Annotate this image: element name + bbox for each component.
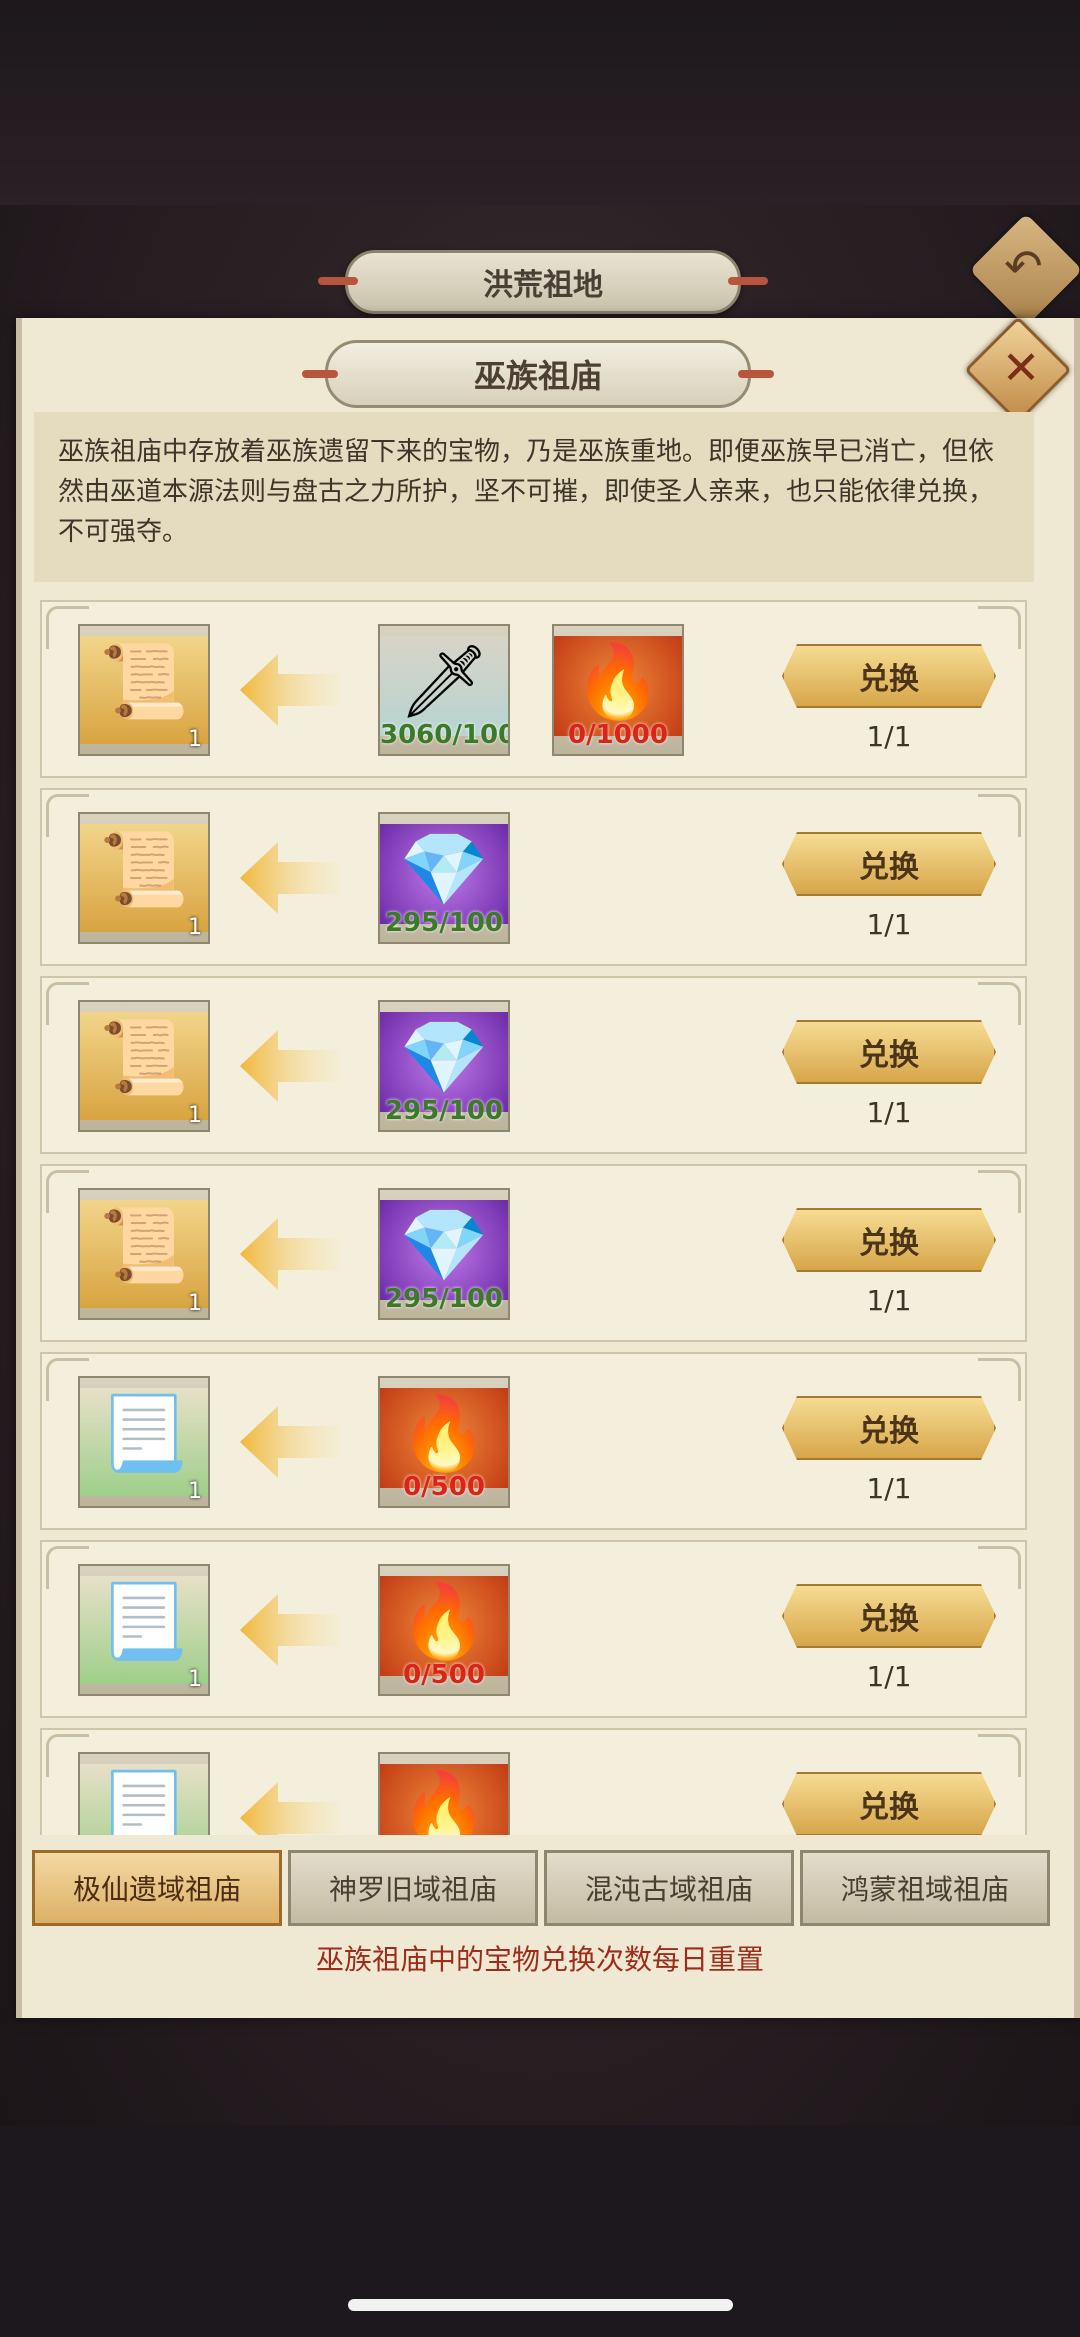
exchange-row: 📜 1 💎 295/100 兑换 1/1 — [40, 976, 1027, 1154]
exchange-arrow-icon — [240, 1782, 340, 1835]
exchange-arrow-icon — [240, 1594, 340, 1666]
exchange-button[interactable]: 兑换 — [782, 1772, 996, 1835]
top-bar-background — [0, 0, 1080, 205]
temple-tabs: 极仙遗域祖庙 神罗旧域祖庙 混沌古域祖庙 鸿蒙祖域祖庙 — [32, 1850, 1052, 1930]
cost-item-slot[interactable]: 💎 295/100 — [378, 1188, 510, 1320]
exchange-count: 1/1 — [866, 1096, 912, 1129]
home-indicator[interactable] — [348, 2299, 733, 2311]
reward-quantity: 1 — [188, 1667, 202, 1692]
exchange-arrow-icon — [240, 842, 340, 914]
cost-item-slot[interactable]: 🔥 — [378, 1752, 510, 1835]
exchange-row: 📜1 🗡3060/1000 🔥0/1000 兑换 1/1 — [40, 600, 1027, 778]
corner-ornament — [978, 1546, 1021, 1589]
exchange-count: 1/1 — [866, 1284, 912, 1317]
cost-progress: 3060/1000 — [380, 720, 508, 750]
reward-quantity: 1 — [188, 1479, 202, 1504]
exchange-arrow-icon — [240, 1406, 340, 1478]
corner-ornament — [978, 794, 1021, 837]
reward-quantity: 1 — [188, 727, 202, 752]
cost-item-slot[interactable]: 🔥 0/1000 — [552, 624, 684, 756]
exchange-count: 1/1 — [866, 908, 912, 941]
reset-note: 巫族祖庙中的宝物兑换次数每日重置 — [315, 1943, 764, 1976]
reward-item-slot[interactable]: 📜 1 — [78, 1188, 210, 1320]
exchange-row: 📜 1 💎 295/100 兑换 1/1 — [40, 1164, 1027, 1342]
tab-temple-4[interactable]: 鸿蒙祖域祖庙 — [800, 1850, 1050, 1926]
exchange-button[interactable]: 兑换 — [782, 832, 996, 896]
reward-quantity: 1 — [188, 915, 202, 940]
exchange-count: 1/1 — [866, 720, 912, 753]
reward-item-slot[interactable]: 📃 — [78, 1752, 210, 1835]
exchange-count: 1/1 — [866, 1472, 912, 1505]
exchange-button[interactable]: 兑换 — [782, 1020, 996, 1084]
cost-progress: 295/100 — [384, 1096, 504, 1126]
cost-progress: 295/100 — [384, 1284, 504, 1314]
exchange-list[interactable]: 📜1🗡3060/1000🔥0/1000兑换1/1📜1💎295/100兑换1/1📜… — [40, 600, 1027, 1835]
exchange-row: 📃 1 🔥 0/500 兑换 1/1 — [40, 1352, 1027, 1530]
corner-ornament — [978, 606, 1021, 649]
reward-item-slot[interactable]: 📃 1 — [78, 1564, 210, 1696]
exchange-count: 1/1 — [866, 1660, 912, 1693]
exchange-row: 📃 🔥 兑换 — [40, 1728, 1027, 1835]
back-arrow-icon: ↶ — [1004, 238, 1043, 293]
exchange-button[interactable]: 兑换 — [782, 644, 996, 708]
cost-item-slot[interactable]: 🔥 0/500 — [378, 1564, 510, 1696]
cost-progress: 0/500 — [403, 1472, 485, 1502]
reward-quantity: 1 — [188, 1291, 202, 1316]
cost-progress: 295/100 — [384, 908, 504, 938]
reward-item-slot[interactable]: 📜 1 — [78, 624, 210, 756]
reward-item-slot[interactable]: 📜 1 — [78, 812, 210, 944]
corner-ornament — [978, 982, 1021, 1025]
cost-item-slot[interactable]: 🗡3060/1000 — [378, 624, 510, 756]
reward-quantity: 1 — [188, 1103, 202, 1128]
cost-progress: 0/1000 — [568, 720, 668, 750]
corner-ornament — [978, 1170, 1021, 1213]
cost-progress: 0/500 — [403, 1660, 485, 1690]
exchange-button[interactable]: 兑换 — [782, 1584, 996, 1648]
panel-title: 巫族祖庙 — [302, 340, 774, 408]
close-icon: ✕ — [1001, 340, 1041, 395]
area-title: 洪荒祖地 — [318, 250, 768, 314]
reward-item-slot[interactable]: 📜 1 — [78, 1000, 210, 1132]
cost-item-slot[interactable]: 💎 295/100 — [378, 1000, 510, 1132]
exchange-button[interactable]: 兑换 — [782, 1396, 996, 1460]
exchange-arrow-icon — [240, 1218, 340, 1290]
flame-orb-icon: 🔥 — [380, 1764, 508, 1835]
reward-item-slot[interactable]: 📃 1 — [78, 1376, 210, 1508]
cost-item-slot[interactable]: 💎 295/100 — [378, 812, 510, 944]
temple-description: 巫族祖庙中存放着巫族遗留下来的宝物，乃是巫族重地。即便巫族早已消亡，但依然由巫道… — [34, 412, 1034, 582]
tab-temple-3[interactable]: 混沌古域祖庙 — [544, 1850, 794, 1926]
tab-temple-1[interactable]: 极仙遗域祖庙 — [32, 1850, 282, 1926]
corner-ornament — [978, 1358, 1021, 1401]
exchange-arrow-icon — [240, 654, 340, 726]
exchange-arrow-icon — [240, 1030, 340, 1102]
scroll-icon: 📃 — [80, 1764, 208, 1835]
exchange-button[interactable]: 兑换 — [782, 1208, 996, 1272]
exchange-row: 📜 1 💎 295/100 兑换 1/1 — [40, 788, 1027, 966]
tab-temple-2[interactable]: 神罗旧域祖庙 — [288, 1850, 538, 1926]
exchange-row: 📃 1 🔥 0/500 兑换 1/1 — [40, 1540, 1027, 1718]
corner-ornament — [978, 1734, 1021, 1777]
cost-item-slot[interactable]: 🔥 0/500 — [378, 1376, 510, 1508]
